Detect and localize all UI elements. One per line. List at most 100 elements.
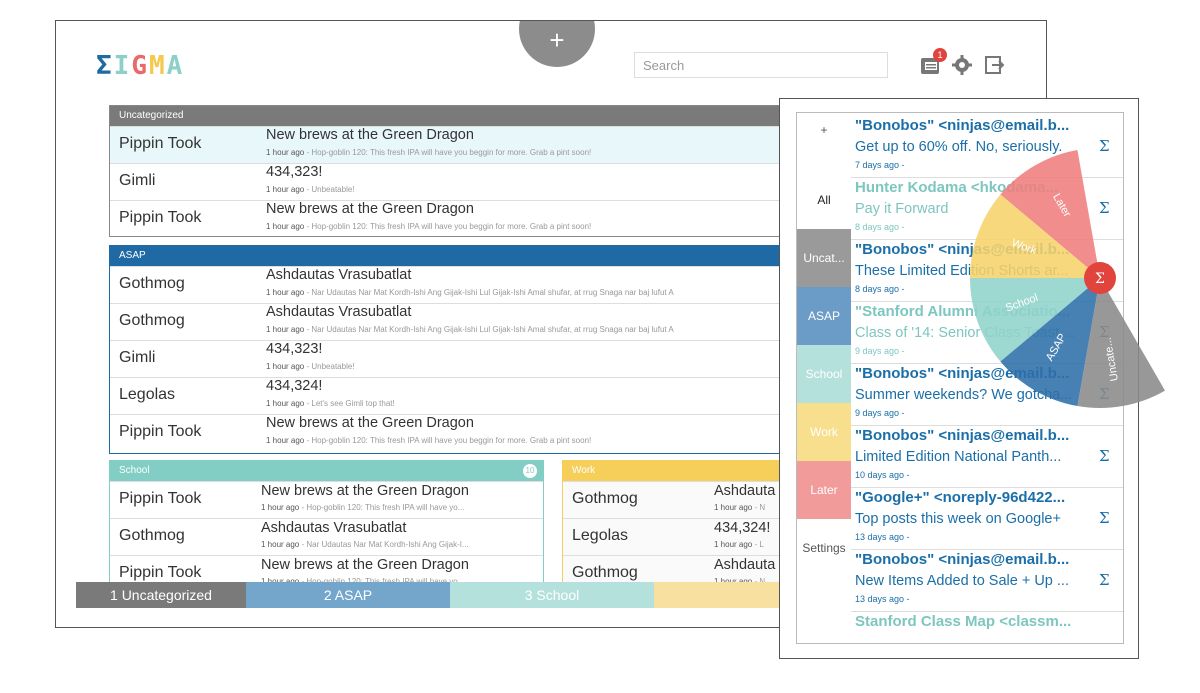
email-time: 1 hour ago xyxy=(266,222,305,231)
hourglass-icon[interactable]: Σ xyxy=(1099,509,1110,527)
logout-icon[interactable] xyxy=(983,54,1005,76)
email-row[interactable]: Pippin Took New brews at the Green Dragon… xyxy=(110,200,810,236)
email-sender: Hunter Kodama <hkodama... xyxy=(855,179,1058,196)
hourglass-icon[interactable]: Σ xyxy=(1099,137,1110,155)
mobile-email-item[interactable]: "Bonobos" <ninjas@email.b... Limited Edit… xyxy=(851,425,1123,488)
mobile-email-item[interactable]: Hunter Kodama <hkodama... Pay it Forward 8… xyxy=(851,177,1123,240)
sender-name: Gothmog xyxy=(572,564,638,581)
category-item[interactable]: Settings xyxy=(797,519,851,577)
mobile-email-item[interactable]: "Bonobos" <ninjas@email.b... Summer weeke… xyxy=(851,363,1123,426)
email-row[interactable]: Gothmog Ashdautas Vrasubatlat 1 hour ago -… xyxy=(110,303,810,340)
email-preview-text: - Nar Udautas Nar Mat Kordh-Ishi Ang Gij… xyxy=(304,325,674,334)
mobile-email-item[interactable]: "Bonobos" <ninjas@email.b... These Limite… xyxy=(851,239,1123,302)
email-subject: Ashdautas Vrasubatlat xyxy=(261,520,407,536)
email-row[interactable]: Pippin Took New brews at the Green Dragon… xyxy=(110,481,543,518)
group-header: ASAP xyxy=(110,246,810,266)
category-item[interactable]: All xyxy=(797,171,851,229)
mobile-email-item[interactable]: "Bonobos" <ninjas@email.b... Get up to 60… xyxy=(851,115,1123,178)
email-row[interactable]: Gothmog Ashdautas Vrasubatlat 1 hour ago -… xyxy=(110,518,543,555)
hourglass-icon[interactable]: Σ xyxy=(1099,571,1110,589)
sender-name: Legolas xyxy=(119,386,176,403)
email-preview-text: - L xyxy=(752,540,764,549)
email-subject: 434,323! xyxy=(266,164,323,180)
sender-name: Pippin Took xyxy=(119,490,202,507)
category-tab[interactable]: 1 Uncategorized xyxy=(76,582,246,608)
category-item[interactable]: Work xyxy=(797,403,851,461)
email-row[interactable]: Gimli 434,323! 1 hour ago - Unbeatable! xyxy=(110,163,810,200)
email-sender: "Bonobos" <ninjas@email.b... xyxy=(855,427,1070,444)
email-preview-text: - Nar Udautas Nar Mat Kordh-Ishi Ang Gij… xyxy=(304,288,674,297)
email-subject: Class of '14: Senior Class Toast,... xyxy=(855,325,1076,341)
plus-icon: + xyxy=(549,25,565,55)
email-subject: 434,324! xyxy=(266,378,323,394)
email-row[interactable]: Pippin Took New brews at the Green Dragon… xyxy=(110,126,810,163)
sender-name: Gothmog xyxy=(119,275,185,292)
sender-name: Pippin Took xyxy=(119,135,202,152)
hourglass-icon[interactable]: Σ xyxy=(1099,199,1110,217)
email-time: 1 hour ago xyxy=(266,399,305,408)
logo-letter: I xyxy=(113,51,132,81)
sender-name: Pippin Took xyxy=(119,209,202,226)
group-title: Work xyxy=(572,465,596,476)
email-row[interactable]: Gothmog Ashdauta 1 hour ago - N xyxy=(563,481,803,518)
email-date: 9 days ago - xyxy=(855,408,905,418)
email-row[interactable]: Pippin Took New brews at the Green Dragon… xyxy=(110,414,810,451)
email-preview: 1 hour ago - Nar Udautas Nar Mat Kordh-I… xyxy=(266,325,674,334)
mobile-email-item[interactable]: "Google+" <noreply-96d422... Top posts th… xyxy=(851,487,1123,550)
category-tab[interactable]: 2 ASAP xyxy=(246,582,450,608)
category-item[interactable]: School xyxy=(797,345,851,403)
hourglass-icon[interactable]: Σ xyxy=(1099,261,1110,279)
group-title: School xyxy=(119,465,150,476)
inbox-icon[interactable]: 1 xyxy=(919,48,947,76)
new-button[interactable]: + xyxy=(519,21,595,67)
group-work: Work Gothmog Ashdauta 1 hour ago - N Legolas… xyxy=(562,460,804,592)
category-item[interactable]: Later xyxy=(797,461,851,519)
email-subject: Ashdautas Vrasubatlat xyxy=(266,267,412,283)
email-row[interactable]: Legolas 434,324! 1 hour ago - Let's see Gi… xyxy=(110,377,810,414)
email-date: 7 days ago - xyxy=(855,160,905,170)
email-row[interactable]: Gothmog Ashdautas Vrasubatlat 1 hour ago -… xyxy=(110,266,810,303)
category-tab[interactable]: 3 School xyxy=(450,582,654,608)
email-preview-text: - Hop-goblin 120: This fresh IPA will ha… xyxy=(304,222,592,231)
mobile-email-item[interactable]: Stanford Class Map <classm... xyxy=(851,611,1123,643)
email-sender: "Bonobos" <ninjas@email.b... xyxy=(855,365,1070,382)
email-row[interactable]: Legolas 434,324! 1 hour ago - L xyxy=(563,518,803,555)
sender-name: Legolas xyxy=(572,527,629,544)
email-preview-text: - N xyxy=(752,503,766,512)
sender-name: Gimli xyxy=(119,172,156,189)
email-date: 13 days ago - xyxy=(855,532,910,542)
email-date: 13 days ago - xyxy=(855,594,910,604)
email-preview-text: - Hop-goblin 120: This fresh IPA will ha… xyxy=(304,148,592,157)
email-sender: "Bonobos" <ninjas@email.b... xyxy=(855,241,1070,258)
email-preview: 1 hour ago - Let's see Gimli top that! xyxy=(266,399,395,408)
email-sender: Stanford Class Map <classm... xyxy=(855,613,1072,630)
email-preview: 1 hour ago - Unbeatable! xyxy=(266,362,355,371)
email-subject: Ashdauta xyxy=(714,483,776,499)
email-row[interactable]: Gimli 434,323! 1 hour ago - Unbeatable! xyxy=(110,340,810,377)
email-subject: New brews at the Green Dragon xyxy=(261,483,469,499)
email-preview: 1 hour ago - L xyxy=(714,540,764,549)
hourglass-icon[interactable]: Σ xyxy=(1099,323,1110,341)
mobile-window: + All Uncat... ASAP School Work Later Settings … xyxy=(779,98,1139,659)
search-input[interactable]: Search xyxy=(634,52,888,78)
email-subject: These Limited Edition Shorts ar... xyxy=(855,263,1069,279)
group-school: School 10 Pippin Took New brews at the Gree… xyxy=(109,460,544,592)
gear-icon[interactable] xyxy=(951,54,973,76)
email-time: 1 hour ago xyxy=(266,148,305,157)
email-subject: New Items Added to Sale + Up ... xyxy=(855,573,1069,589)
sender-name: Gimli xyxy=(119,349,156,366)
sender-name: Gothmog xyxy=(119,527,185,544)
hourglass-icon[interactable]: Σ xyxy=(1099,447,1110,465)
email-time: 1 hour ago xyxy=(266,325,305,334)
category-sidebar: + All Uncat... ASAP School Work Later Settings xyxy=(797,113,851,643)
mobile-email-item[interactable]: "Bonobos" <ninjas@email.b... New Items Ad… xyxy=(851,549,1123,612)
category-item[interactable]: Uncat... xyxy=(797,229,851,287)
hourglass-icon[interactable]: Σ xyxy=(1099,385,1110,403)
category-item[interactable]: ASAP xyxy=(797,287,851,345)
mobile-email-item[interactable]: "Stanford Alumni Associatio... Class of '… xyxy=(851,301,1123,364)
category-item[interactable]: + xyxy=(797,113,851,171)
email-subject: Get up to 60% off. No, seriously. xyxy=(855,139,1063,155)
logo-letter: Σ xyxy=(96,51,114,81)
sender-name: Gothmog xyxy=(572,490,638,507)
group-header: Uncategorized xyxy=(110,106,810,126)
